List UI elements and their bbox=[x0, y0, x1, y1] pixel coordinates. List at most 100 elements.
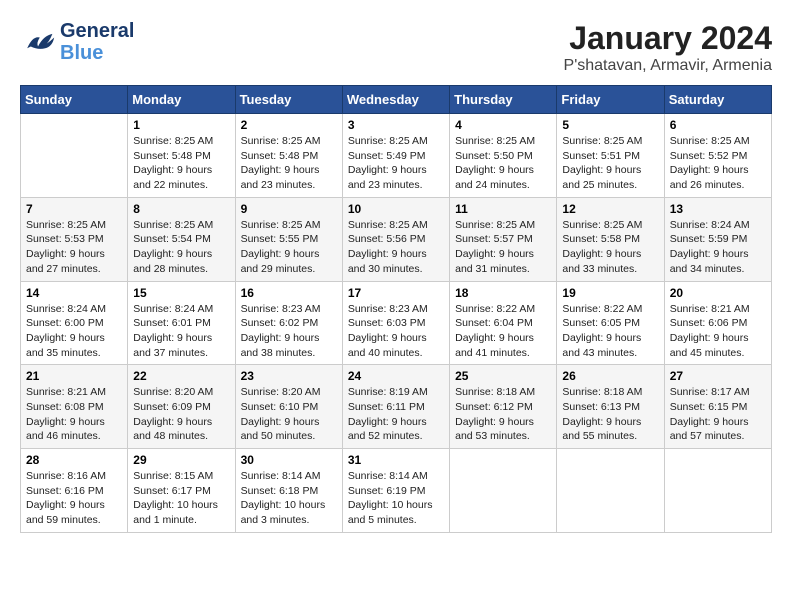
calendar-cell: 24 Sunrise: 8:19 AMSunset: 6:11 PMDaylig… bbox=[342, 365, 449, 449]
day-number: 5 bbox=[562, 118, 658, 132]
day-info: Sunrise: 8:25 AMSunset: 5:53 PMDaylight:… bbox=[26, 218, 122, 277]
day-number: 12 bbox=[562, 202, 658, 216]
day-info: Sunrise: 8:20 AMSunset: 6:10 PMDaylight:… bbox=[241, 385, 337, 444]
day-info: Sunrise: 8:24 AMSunset: 6:01 PMDaylight:… bbox=[133, 302, 229, 361]
day-info: Sunrise: 8:25 AMSunset: 5:54 PMDaylight:… bbox=[133, 218, 229, 277]
day-info: Sunrise: 8:20 AMSunset: 6:09 PMDaylight:… bbox=[133, 385, 229, 444]
day-info: Sunrise: 8:25 AMSunset: 5:48 PMDaylight:… bbox=[133, 134, 229, 193]
day-info: Sunrise: 8:25 AMSunset: 5:50 PMDaylight:… bbox=[455, 134, 551, 193]
calendar-cell: 28 Sunrise: 8:16 AMSunset: 6:16 PMDaylig… bbox=[21, 449, 128, 533]
day-number: 25 bbox=[455, 369, 551, 383]
calendar-cell: 15 Sunrise: 8:24 AMSunset: 6:01 PMDaylig… bbox=[128, 281, 235, 365]
calendar-cell: 5 Sunrise: 8:25 AMSunset: 5:51 PMDayligh… bbox=[557, 114, 664, 198]
weekday-header: Friday bbox=[557, 86, 664, 114]
day-number: 6 bbox=[670, 118, 766, 132]
day-info: Sunrise: 8:25 AMSunset: 5:57 PMDaylight:… bbox=[455, 218, 551, 277]
logo: General Blue bbox=[20, 20, 134, 64]
calendar-cell bbox=[21, 114, 128, 198]
day-info: Sunrise: 8:25 AMSunset: 5:55 PMDaylight:… bbox=[241, 218, 337, 277]
calendar-cell: 8 Sunrise: 8:25 AMSunset: 5:54 PMDayligh… bbox=[128, 197, 235, 281]
calendar-week-row: 28 Sunrise: 8:16 AMSunset: 6:16 PMDaylig… bbox=[21, 449, 772, 533]
calendar-cell: 27 Sunrise: 8:17 AMSunset: 6:15 PMDaylig… bbox=[664, 365, 771, 449]
day-number: 1 bbox=[133, 118, 229, 132]
calendar-cell bbox=[557, 449, 664, 533]
calendar-week-row: 14 Sunrise: 8:24 AMSunset: 6:00 PMDaylig… bbox=[21, 281, 772, 365]
day-number: 3 bbox=[348, 118, 444, 132]
page-subtitle: P'shatavan, Armavir, Armenia bbox=[564, 57, 772, 75]
calendar-table: SundayMondayTuesdayWednesdayThursdayFrid… bbox=[20, 85, 772, 533]
day-info: Sunrise: 8:15 AMSunset: 6:17 PMDaylight:… bbox=[133, 469, 229, 528]
day-info: Sunrise: 8:25 AMSunset: 5:56 PMDaylight:… bbox=[348, 218, 444, 277]
calendar-cell: 2 Sunrise: 8:25 AMSunset: 5:48 PMDayligh… bbox=[235, 114, 342, 198]
day-number: 17 bbox=[348, 286, 444, 300]
calendar-cell: 23 Sunrise: 8:20 AMSunset: 6:10 PMDaylig… bbox=[235, 365, 342, 449]
day-info: Sunrise: 8:24 AMSunset: 6:00 PMDaylight:… bbox=[26, 302, 122, 361]
weekday-header: Tuesday bbox=[235, 86, 342, 114]
day-number: 26 bbox=[562, 369, 658, 383]
day-info: Sunrise: 8:14 AMSunset: 6:19 PMDaylight:… bbox=[348, 469, 444, 528]
day-number: 10 bbox=[348, 202, 444, 216]
calendar-cell: 1 Sunrise: 8:25 AMSunset: 5:48 PMDayligh… bbox=[128, 114, 235, 198]
calendar-cell: 29 Sunrise: 8:15 AMSunset: 6:17 PMDaylig… bbox=[128, 449, 235, 533]
day-number: 15 bbox=[133, 286, 229, 300]
day-info: Sunrise: 8:25 AMSunset: 5:51 PMDaylight:… bbox=[562, 134, 658, 193]
calendar-cell: 4 Sunrise: 8:25 AMSunset: 5:50 PMDayligh… bbox=[450, 114, 557, 198]
day-number: 2 bbox=[241, 118, 337, 132]
day-info: Sunrise: 8:21 AMSunset: 6:08 PMDaylight:… bbox=[26, 385, 122, 444]
calendar-cell: 25 Sunrise: 8:18 AMSunset: 6:12 PMDaylig… bbox=[450, 365, 557, 449]
day-number: 13 bbox=[670, 202, 766, 216]
calendar-cell: 30 Sunrise: 8:14 AMSunset: 6:18 PMDaylig… bbox=[235, 449, 342, 533]
day-number: 8 bbox=[133, 202, 229, 216]
day-number: 24 bbox=[348, 369, 444, 383]
weekday-header-row: SundayMondayTuesdayWednesdayThursdayFrid… bbox=[21, 86, 772, 114]
calendar-cell: 13 Sunrise: 8:24 AMSunset: 5:59 PMDaylig… bbox=[664, 197, 771, 281]
calendar-cell: 10 Sunrise: 8:25 AMSunset: 5:56 PMDaylig… bbox=[342, 197, 449, 281]
calendar-cell: 16 Sunrise: 8:23 AMSunset: 6:02 PMDaylig… bbox=[235, 281, 342, 365]
day-info: Sunrise: 8:25 AMSunset: 5:58 PMDaylight:… bbox=[562, 218, 658, 277]
day-info: Sunrise: 8:17 AMSunset: 6:15 PMDaylight:… bbox=[670, 385, 766, 444]
day-number: 7 bbox=[26, 202, 122, 216]
page-header: General Blue January 2024 P'shatavan, Ar… bbox=[20, 20, 772, 75]
calendar-cell: 6 Sunrise: 8:25 AMSunset: 5:52 PMDayligh… bbox=[664, 114, 771, 198]
logo-text: General Blue bbox=[60, 20, 134, 64]
weekday-header: Thursday bbox=[450, 86, 557, 114]
calendar-cell: 31 Sunrise: 8:14 AMSunset: 6:19 PMDaylig… bbox=[342, 449, 449, 533]
calendar-cell: 20 Sunrise: 8:21 AMSunset: 6:06 PMDaylig… bbox=[664, 281, 771, 365]
day-number: 28 bbox=[26, 453, 122, 467]
title-block: January 2024 P'shatavan, Armavir, Armeni… bbox=[564, 20, 772, 75]
day-info: Sunrise: 8:25 AMSunset: 5:49 PMDaylight:… bbox=[348, 134, 444, 193]
calendar-cell: 26 Sunrise: 8:18 AMSunset: 6:13 PMDaylig… bbox=[557, 365, 664, 449]
calendar-week-row: 1 Sunrise: 8:25 AMSunset: 5:48 PMDayligh… bbox=[21, 114, 772, 198]
page-title: January 2024 bbox=[564, 20, 772, 57]
day-info: Sunrise: 8:19 AMSunset: 6:11 PMDaylight:… bbox=[348, 385, 444, 444]
calendar-cell: 14 Sunrise: 8:24 AMSunset: 6:00 PMDaylig… bbox=[21, 281, 128, 365]
weekday-header: Sunday bbox=[21, 86, 128, 114]
calendar-cell: 7 Sunrise: 8:25 AMSunset: 5:53 PMDayligh… bbox=[21, 197, 128, 281]
calendar-cell: 12 Sunrise: 8:25 AMSunset: 5:58 PMDaylig… bbox=[557, 197, 664, 281]
day-number: 16 bbox=[241, 286, 337, 300]
day-number: 29 bbox=[133, 453, 229, 467]
day-number: 27 bbox=[670, 369, 766, 383]
calendar-cell: 11 Sunrise: 8:25 AMSunset: 5:57 PMDaylig… bbox=[450, 197, 557, 281]
day-number: 14 bbox=[26, 286, 122, 300]
day-number: 30 bbox=[241, 453, 337, 467]
day-number: 4 bbox=[455, 118, 551, 132]
day-info: Sunrise: 8:22 AMSunset: 6:04 PMDaylight:… bbox=[455, 302, 551, 361]
weekday-header: Wednesday bbox=[342, 86, 449, 114]
day-info: Sunrise: 8:23 AMSunset: 6:03 PMDaylight:… bbox=[348, 302, 444, 361]
calendar-week-row: 7 Sunrise: 8:25 AMSunset: 5:53 PMDayligh… bbox=[21, 197, 772, 281]
day-info: Sunrise: 8:21 AMSunset: 6:06 PMDaylight:… bbox=[670, 302, 766, 361]
calendar-cell bbox=[664, 449, 771, 533]
calendar-cell: 3 Sunrise: 8:25 AMSunset: 5:49 PMDayligh… bbox=[342, 114, 449, 198]
day-info: Sunrise: 8:23 AMSunset: 6:02 PMDaylight:… bbox=[241, 302, 337, 361]
day-number: 19 bbox=[562, 286, 658, 300]
weekday-header: Saturday bbox=[664, 86, 771, 114]
day-number: 20 bbox=[670, 286, 766, 300]
logo-icon bbox=[20, 28, 56, 56]
day-number: 21 bbox=[26, 369, 122, 383]
day-info: Sunrise: 8:16 AMSunset: 6:16 PMDaylight:… bbox=[26, 469, 122, 528]
day-info: Sunrise: 8:24 AMSunset: 5:59 PMDaylight:… bbox=[670, 218, 766, 277]
day-number: 18 bbox=[455, 286, 551, 300]
calendar-week-row: 21 Sunrise: 8:21 AMSunset: 6:08 PMDaylig… bbox=[21, 365, 772, 449]
day-info: Sunrise: 8:18 AMSunset: 6:13 PMDaylight:… bbox=[562, 385, 658, 444]
